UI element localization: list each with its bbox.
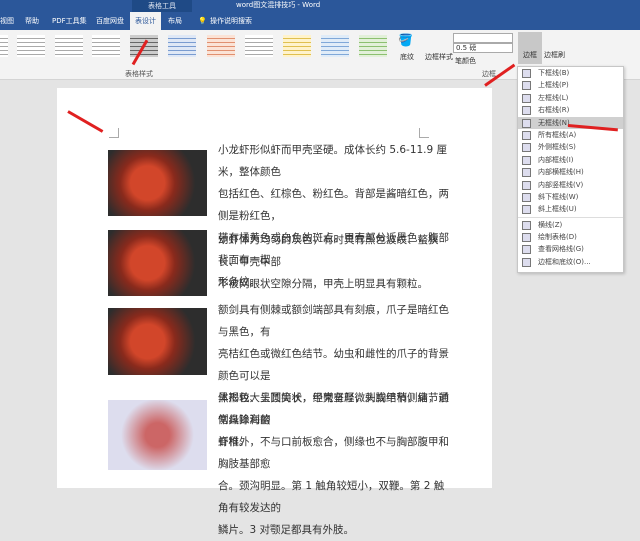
crayfish-image[interactable] — [108, 400, 207, 470]
menu-item-label: 绘制表格(D) — [538, 233, 577, 242]
menu-item[interactable]: 边框和底纹(O)... — [518, 256, 623, 268]
menu-item[interactable]: 外侧框线(S) — [518, 141, 623, 153]
table-style[interactable] — [245, 35, 273, 57]
border-option-icon — [522, 143, 531, 153]
menu-item-label: 横线(Z) — [538, 220, 563, 229]
border-option-icon — [522, 155, 531, 165]
tab-pdf[interactable]: PDF工具集 — [52, 12, 87, 30]
menu-item-label: 外侧框线(S) — [538, 143, 576, 152]
menu-item-label: 左框线(L) — [538, 93, 569, 102]
menu-item[interactable]: 内部框线(I) — [518, 154, 623, 166]
menu-item-label: 边框和底纹(O)... — [538, 257, 591, 266]
border-option-icon — [522, 205, 531, 215]
menu-item[interactable]: 查看网格线(G) — [518, 243, 623, 255]
crayfish-image[interactable] — [108, 230, 207, 296]
border-option-icon — [522, 220, 531, 230]
border-option-icon — [522, 130, 531, 140]
tell-me-search[interactable]: 操作说明搜索 — [210, 12, 252, 30]
table-style[interactable] — [207, 35, 235, 57]
table-style[interactable] — [168, 35, 196, 57]
paint-bucket-icon: 🪣 — [398, 33, 413, 47]
menu-item[interactable]: 绘制表格(D) — [518, 231, 623, 243]
tab-table-design[interactable]: 表设计 — [130, 12, 161, 30]
menu-item[interactable]: 所有框线(A) — [518, 129, 623, 141]
menu-item-label: 无框线(N) — [538, 118, 570, 127]
border-styles-button[interactable]: 边框样式 — [425, 52, 453, 62]
menu-item-label: 内部横框线(H) — [538, 168, 584, 177]
crayfish-image[interactable] — [108, 150, 207, 216]
menu-item-label: 斜下框线(W) — [538, 192, 579, 201]
lightbulb-icon: 💡 — [198, 17, 207, 25]
window-title: word图文混排技巧 - Word — [236, 1, 321, 9]
line-style-select[interactable] — [453, 33, 513, 43]
line-weight-select[interactable]: 0.5 磅 — [453, 43, 513, 53]
menu-item-label: 上框线(P) — [538, 81, 569, 90]
menu-item[interactable]: 斜上框线(U) — [518, 203, 623, 215]
context-tab-label: 表格工具 — [132, 0, 192, 12]
border-option-icon — [522, 180, 531, 190]
border-option-icon — [522, 69, 531, 78]
paragraph: 体形较大呈圆筒状，甲壳坚厚，头胸甲稍侧扁，前侧缘除海螯 虾科外，不与口前板愈合，侧… — [218, 392, 449, 536]
group-label-table-styles: 表格样式 — [125, 70, 153, 78]
margin-corner — [109, 128, 119, 138]
border-option-icon — [522, 192, 531, 202]
menu-item-label: 右框线(R) — [538, 106, 570, 115]
tab-help[interactable]: 帮助 — [25, 12, 39, 30]
paragraph: 幼虾体为均匀的灰色，有时具有黑色波纹、螯狭长、甲壳中部 不被网眼状空隙分隔，甲壳上… — [218, 234, 439, 290]
menu-item[interactable]: 右框线(R) — [518, 104, 623, 116]
border-option-icon — [522, 245, 531, 255]
tab-baidu[interactable]: 百度网盘 — [96, 12, 124, 30]
menu-item-label: 内部框线(I) — [538, 155, 574, 164]
menu-item[interactable]: 斜下框线(W) — [518, 191, 623, 203]
border-option-icon — [522, 106, 531, 116]
table-style[interactable] — [55, 35, 83, 57]
border-option-icon — [522, 168, 531, 178]
tab-view[interactable]: 视图 — [0, 12, 14, 30]
menu-item-label: 内部竖框线(V) — [538, 180, 584, 189]
border-option-icon — [522, 118, 531, 128]
table-style[interactable] — [92, 35, 120, 57]
margin-corner — [419, 128, 429, 138]
menu-item-label: 下框线(B) — [538, 69, 570, 77]
menu-item-label: 所有框线(A) — [538, 130, 577, 139]
menu-item[interactable]: 横线(Z) — [518, 219, 623, 231]
borders-dropdown-menu: 下框线(B) 上框线(P) 左框线(L) 右框线(R) 无框线(N) 所有框线(A) 外侧框… — [517, 66, 624, 273]
tab-layout[interactable]: 布局 — [168, 12, 182, 30]
table-style[interactable] — [283, 35, 311, 57]
menu-item[interactable]: 左框线(L) — [518, 92, 623, 104]
border-option-icon — [522, 233, 531, 243]
table-style[interactable] — [0, 35, 8, 57]
title-bar: 表格工具 word图文混排技巧 - Word — [0, 0, 640, 12]
border-option-icon — [522, 257, 531, 267]
menu-item[interactable]: 下框线(B) — [518, 67, 623, 79]
border-option-icon — [522, 93, 531, 103]
table-style[interactable] — [321, 35, 349, 57]
menu-item[interactable]: 内部竖框线(V) — [518, 179, 623, 191]
menu-item[interactable]: 内部横框线(H) — [518, 166, 623, 178]
crayfish-dish-image[interactable] — [108, 308, 207, 375]
border-option-icon — [522, 81, 531, 91]
pen-color-button[interactable]: 笔颜色 — [455, 56, 476, 66]
border-painter-button[interactable]: 边框刷 — [544, 50, 565, 60]
menu-item[interactable]: 上框线(P) — [518, 79, 623, 91]
menu-separator — [518, 216, 623, 218]
table-style[interactable] — [17, 35, 45, 57]
document-page[interactable]: 小龙虾形似虾而甲壳坚硬。成体长约 5.6-11.9 厘米，整体颜色 包括红色、红棕… — [57, 88, 492, 536]
ribbon-tabs: 视图 帮助 PDF工具集 百度网盘 表设计 布局 💡 操作说明搜索 — [0, 12, 640, 30]
table-style[interactable] — [359, 35, 387, 57]
menu-item-label: 查看网格线(G) — [538, 245, 584, 254]
shading-button[interactable]: 底纹 — [400, 52, 414, 62]
menu-item-label: 斜上框线(U) — [538, 205, 577, 214]
borders-button[interactable]: 边框 — [518, 32, 542, 64]
